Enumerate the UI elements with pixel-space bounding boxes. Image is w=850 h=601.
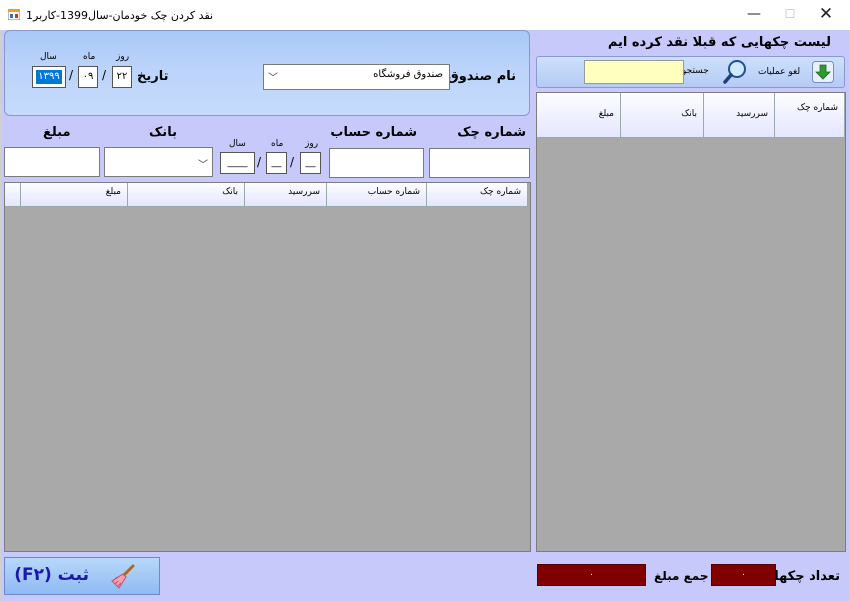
year-caption: سال [40, 52, 57, 62]
checks-grid[interactable]: شماره چک شماره حساب سررسید بانک مبلغ [4, 182, 531, 552]
side-col-check-number[interactable]: شماره چک [775, 93, 845, 138]
title-bar: نقد کردن چک خودمان-سال1399-کاربر1 — ☐ ✕ [0, 0, 850, 30]
date-year-value: ۱۳۹۹ [36, 70, 62, 84]
search-input[interactable] [584, 60, 684, 84]
amount-input[interactable] [4, 147, 100, 177]
check-number-input[interactable] [429, 148, 530, 178]
account-number-label: شماره حساب [330, 125, 417, 140]
checks-count-value: ۰ [711, 564, 776, 586]
check-number-label: شماره چک [457, 125, 526, 140]
grid-col-check-number[interactable]: شماره چک [427, 183, 528, 207]
due-month-caption: ماه [271, 139, 284, 149]
due-month-field[interactable]: __ [266, 152, 287, 174]
checks-count-label: تعداد چکها [774, 569, 840, 584]
grid-col-amount[interactable]: مبلغ [21, 183, 128, 207]
due-year-caption: سال [229, 139, 246, 149]
sum-amount-label: جمع مبلغ [654, 569, 709, 583]
search-label: جستجو [682, 66, 709, 76]
grid-col-bank[interactable]: بانک [128, 183, 245, 207]
month-caption: ماه [83, 52, 96, 62]
sum-amount-value: ۰ [537, 564, 646, 586]
day-caption: روز [116, 52, 130, 62]
fund-select-value: صندوق فروشگاه [373, 69, 443, 80]
grid-col-account-number[interactable]: شماره حساب [327, 183, 427, 207]
search-icon[interactable] [722, 59, 748, 85]
search-panel: لغو عملیات جستجو [536, 56, 845, 88]
bank-select[interactable]: ﹀ [104, 147, 213, 177]
bank-label: بانک [149, 125, 177, 140]
maximize-button[interactable]: ☐ [772, 0, 808, 30]
due-day-field[interactable]: __ [300, 152, 321, 174]
minimize-button[interactable]: — [736, 0, 772, 30]
header-panel: نام صندوق صندوق فروشگاه ﹀ تاریخ روز ماه … [4, 30, 530, 116]
chevron-down-icon: ﹀ [198, 160, 208, 171]
due-year-field[interactable]: ____ [220, 152, 255, 174]
save-button-label: ثبت (F۲) [14, 565, 89, 585]
side-col-bank[interactable]: بانک [621, 93, 704, 138]
cashed-checks-title: لیست چکهایی که قبلا نقد کرده ایم [607, 35, 831, 50]
cancel-arrow-icon[interactable] [812, 61, 834, 83]
side-col-due-date[interactable]: سررسید [704, 93, 775, 138]
date-label: تاریخ [137, 69, 169, 84]
app-window-icon [8, 9, 20, 20]
date-separator: / [69, 68, 74, 82]
date-separator: / [290, 155, 295, 169]
date-year-field[interactable]: ۱۳۹۹ [32, 66, 66, 88]
fund-select[interactable]: صندوق فروشگاه ﹀ [263, 64, 450, 90]
side-col-amount[interactable]: مبلغ [537, 93, 621, 138]
date-separator: / [102, 68, 107, 82]
date-separator: / [257, 155, 262, 169]
save-button[interactable]: ثبت (F۲) [4, 557, 160, 595]
date-day-field[interactable]: ۲۲ [112, 66, 132, 88]
grid-row-header-corner [5, 183, 21, 207]
amount-label: مبلغ [43, 125, 71, 140]
close-button[interactable]: ✕ [808, 0, 844, 30]
cancel-operation-button[interactable]: لغو عملیات [758, 67, 800, 77]
cashed-checks-grid[interactable]: شماره چک سررسید بانک مبلغ [536, 92, 846, 552]
fund-label: نام صندوق [447, 69, 516, 84]
due-day-caption: روز [305, 139, 319, 149]
grid-col-due-date[interactable]: سررسید [245, 183, 327, 207]
date-month-field[interactable]: ۰۹ [78, 66, 98, 88]
broom-icon [111, 564, 135, 589]
window-title: نقد کردن چک خودمان-سال1399-کاربر1 [26, 9, 214, 22]
chevron-down-icon: ﹀ [268, 73, 278, 84]
account-number-input[interactable] [329, 148, 424, 178]
